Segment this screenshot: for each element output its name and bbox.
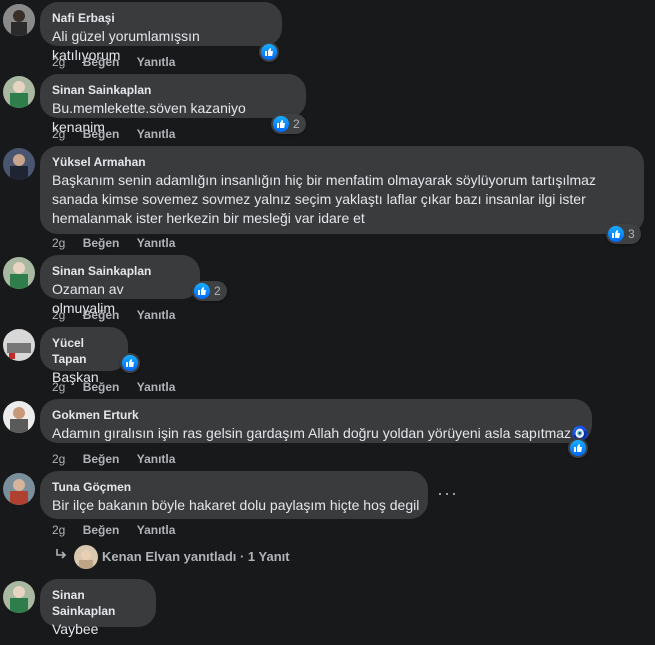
comment-text: Bir ilçe bakanın böyle hakaret dolu payl… (52, 497, 420, 513)
avatar (74, 545, 98, 569)
reply-button[interactable]: Yanıtla (137, 308, 176, 322)
reply-button[interactable]: Yanıtla (137, 380, 176, 394)
reply-summary-text[interactable]: Kenan Elvan yanıtladı · 1 Yanıt (102, 548, 290, 566)
comment-bubble: Tuna Göçmen Bir ilçe bakanın böyle hakar… (40, 471, 428, 519)
reaction-count: 2 (214, 284, 221, 298)
like-icon (570, 440, 586, 456)
like-button[interactable]: Beğen (83, 523, 120, 537)
comment-text: Vaybee (52, 621, 99, 637)
comment-author[interactable]: Nafi Erbaşi (52, 10, 270, 26)
comment-author[interactable]: Yüksel Armahan (52, 154, 632, 170)
reaction-badge[interactable] (259, 42, 279, 62)
comment-actions: 2g Beğen Yanıtla (52, 379, 189, 395)
reply-button[interactable]: Yanıtla (137, 55, 176, 69)
like-icon (608, 226, 624, 242)
like-icon (122, 355, 138, 371)
comment-author[interactable]: Tuna Göçmen (52, 479, 416, 495)
avatar[interactable] (3, 581, 35, 613)
comment-bubble: Sinan Sainkaplan Vaybee (40, 579, 156, 637)
like-button[interactable]: Beğen (83, 308, 120, 322)
comment-time[interactable]: 2g (52, 380, 65, 394)
comment-actions: 2g Beğen Yanıtla (52, 307, 189, 323)
comment-time[interactable]: 2g (52, 127, 65, 141)
reply-button[interactable]: Yanıtla (137, 452, 176, 466)
comment-author[interactable]: Sinan Sainkaplan (52, 82, 294, 98)
comment-bubble: Yüksel Armahan Başkanım senin adamlığın … (40, 146, 644, 234)
like-button[interactable]: Beğen (83, 127, 120, 141)
reply-button[interactable]: Yanıtla (137, 523, 176, 537)
avatar[interactable] (3, 473, 35, 505)
comment-bubble: Gokmen Erturk Adamın gıralısın işin ras … (40, 399, 592, 443)
avatar[interactable] (3, 257, 35, 289)
reply-button[interactable]: Yanıtla (137, 236, 176, 250)
comment-text: Başkanım senin adamlığın insanlığın hiç … (52, 172, 596, 226)
comment-time[interactable]: 2g (52, 523, 65, 537)
more-options-icon[interactable]: ··· (437, 483, 458, 504)
reaction-badge[interactable]: 2 (271, 114, 306, 134)
like-icon (261, 44, 277, 60)
comment-author[interactable]: Sinan Sainkaplan (52, 587, 144, 619)
like-icon (194, 283, 210, 299)
reaction-badge[interactable] (568, 438, 588, 458)
like-button[interactable]: Beğen (83, 380, 120, 394)
like-icon (273, 116, 289, 132)
avatar[interactable] (3, 329, 35, 361)
reaction-badge[interactable] (120, 353, 140, 373)
comment-author[interactable]: Sinan Sainkaplan (52, 263, 188, 279)
like-button[interactable]: Beğen (83, 55, 120, 69)
reply-arrow-icon (54, 547, 68, 564)
reply-summary[interactable]: Kenan Elvan yanıtladı · 1 Yanıt (0, 545, 400, 569)
comment-time[interactable]: 2g (52, 236, 65, 250)
comment-bubble: Nafi Erbaşi Ali güzel yorumlamışsın katı… (40, 2, 282, 63)
comment-time[interactable]: 2g (52, 55, 65, 69)
avatar[interactable] (3, 148, 35, 180)
comment-actions: 2g Beğen Yanıtla (52, 235, 189, 251)
avatar[interactable] (3, 401, 35, 433)
comment-actions: 2g Beğen Yanıtla (52, 54, 189, 70)
comment-actions: 2g Beğen Yanıtla (52, 126, 189, 142)
comment-actions: 2g Beğen Yanıtla (52, 522, 189, 538)
reaction-badge[interactable]: 3 (606, 224, 641, 244)
comment-time[interactable]: 2g (52, 452, 65, 466)
comment-author[interactable]: Gokmen Erturk (52, 407, 580, 423)
comment-time[interactable]: 2g (52, 308, 65, 322)
avatar[interactable] (3, 4, 35, 36)
reaction-count: 2 (293, 117, 300, 131)
comment-author[interactable]: Yücel Tapan (52, 335, 116, 367)
comment-bubble: Sinan Sainkaplan Ozaman av olmuyalim (40, 255, 200, 316)
like-button[interactable]: Beğen (83, 236, 120, 250)
reaction-badge[interactable]: 2 (192, 281, 227, 301)
avatar[interactable] (3, 76, 35, 108)
comment-text: Adamın gıralısın işin ras gelsin gardaşı… (52, 425, 589, 441)
comment-actions: 2g Beğen Yanıtla (52, 451, 189, 467)
reply-button[interactable]: Yanıtla (137, 127, 176, 141)
like-button[interactable]: Beğen (83, 452, 120, 466)
reaction-count: 3 (628, 227, 635, 241)
comment-bubble: Yücel Tapan Başkan (40, 327, 128, 385)
comment-bubble: Sinan Sainkaplan Bu.memlekette.söven kaz… (40, 74, 306, 135)
